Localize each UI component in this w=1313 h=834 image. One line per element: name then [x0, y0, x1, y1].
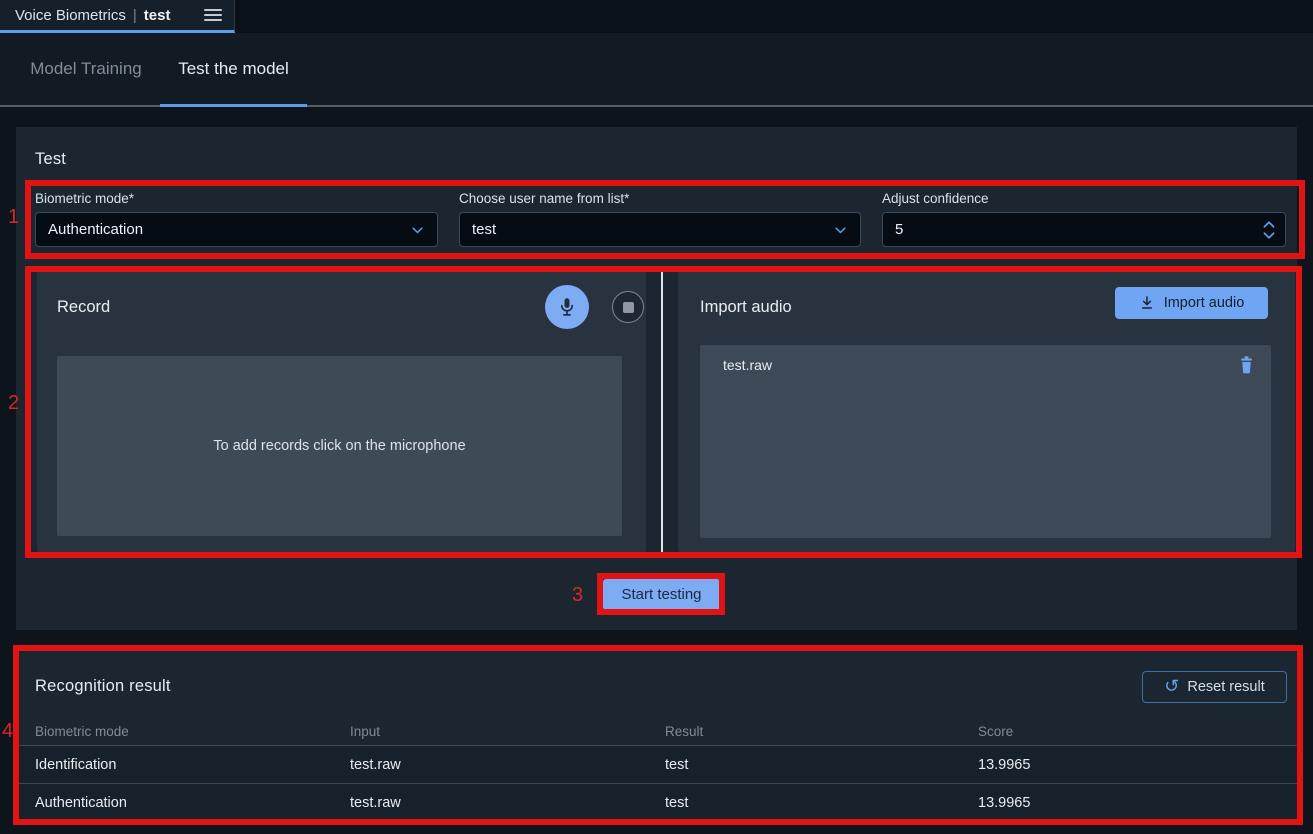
cell-result: test: [665, 757, 978, 773]
user-name-select[interactable]: test: [459, 212, 861, 247]
session-name: test: [144, 7, 171, 24]
import-panel-title: Import audio: [700, 298, 792, 317]
voice-biometrics-app: Voice Biometrics | test Model Training T…: [0, 0, 1313, 834]
tab-bar: Model Training Test the model: [0, 33, 1313, 107]
cell-biometric-mode: Authentication: [35, 795, 350, 811]
records-placeholder-area: To add records click on the microphone: [57, 356, 622, 536]
column-header-score: Score: [978, 724, 1297, 739]
table-row: Authentication test.raw test 13.9965: [16, 783, 1297, 821]
delete-file-button[interactable]: [1238, 355, 1255, 379]
user-name-label: Choose user name from list*: [459, 191, 629, 206]
import-audio-button[interactable]: Import audio: [1115, 287, 1268, 319]
biometric-mode-value: Authentication: [48, 221, 143, 238]
test-section-title: Test: [35, 150, 66, 169]
adjust-confidence-label: Adjust confidence: [882, 191, 989, 206]
cell-result: test: [665, 795, 978, 811]
annotation-number-4: 4: [2, 720, 13, 743]
cell-biometric-mode: Identification: [35, 757, 350, 773]
cell-score: 13.9965: [978, 795, 1297, 811]
column-header-input: Input: [350, 724, 665, 739]
import-audio-button-label: Import audio: [1164, 295, 1245, 311]
results-table: Biometric mode Input Result Score Identi…: [16, 718, 1297, 821]
tab-model-training[interactable]: Model Training: [22, 33, 150, 105]
reset-result-button-label: Reset result: [1187, 679, 1264, 695]
confidence-number-input[interactable]: 5: [882, 212, 1286, 247]
user-name-value: test: [472, 221, 496, 238]
window-tab[interactable]: Voice Biometrics | test: [0, 0, 235, 33]
biometric-mode-label: Biometric mode*: [35, 191, 134, 206]
number-stepper[interactable]: [1262, 220, 1276, 239]
chevron-down-icon: [410, 222, 425, 237]
chevron-up-icon[interactable]: [1262, 220, 1276, 228]
record-microphone-button[interactable]: [545, 285, 589, 329]
table-row: Identification test.raw test 13.9965: [16, 745, 1297, 783]
panel-divider: [661, 270, 663, 553]
recognition-result-section: Recognition result ↺ Reset result Biomet…: [16, 648, 1297, 822]
cell-score: 13.9965: [978, 757, 1297, 773]
app-title: Voice Biometrics: [15, 7, 126, 24]
imported-files-list: test.raw: [700, 345, 1271, 538]
chevron-down-icon[interactable]: [1262, 231, 1276, 239]
column-header-biometric-mode: Biometric mode: [35, 724, 350, 739]
file-list-item: test.raw: [700, 345, 1271, 389]
confidence-value: 5: [895, 221, 903, 238]
trash-icon: [1238, 355, 1255, 374]
reset-result-button[interactable]: ↺ Reset result: [1142, 671, 1287, 703]
start-testing-button[interactable]: Start testing: [603, 579, 720, 610]
biometric-mode-select[interactable]: Authentication: [35, 212, 438, 247]
cell-input: test.raw: [350, 795, 665, 811]
cell-input: test.raw: [350, 757, 665, 773]
title-separator: |: [133, 7, 137, 24]
tab-test-the-model[interactable]: Test the model: [160, 33, 307, 105]
hamburger-menu-icon[interactable]: [204, 9, 222, 21]
file-name: test.raw: [723, 357, 772, 373]
test-section: Test Biometric mode* Choose user name fr…: [16, 127, 1297, 630]
microphone-icon: [556, 296, 578, 318]
stop-recording-button[interactable]: [612, 291, 644, 323]
stop-icon: [623, 302, 634, 313]
table-header-row: Biometric mode Input Result Score: [16, 718, 1297, 745]
records-placeholder-text: To add records click on the microphone: [213, 438, 465, 454]
result-section-title: Recognition result: [35, 677, 171, 696]
column-header-result: Result: [665, 724, 978, 739]
download-icon: [1139, 295, 1155, 311]
chevron-down-icon: [833, 222, 848, 237]
record-panel-title: Record: [57, 298, 110, 317]
top-bar: Voice Biometrics | test: [0, 0, 1313, 33]
active-tab-indicator: [160, 104, 307, 107]
import-audio-panel: Import audio Import audio test.raw: [678, 270, 1295, 553]
reset-icon: ↺: [1164, 677, 1179, 695]
record-panel: Record To add records click on the micro…: [37, 270, 646, 553]
